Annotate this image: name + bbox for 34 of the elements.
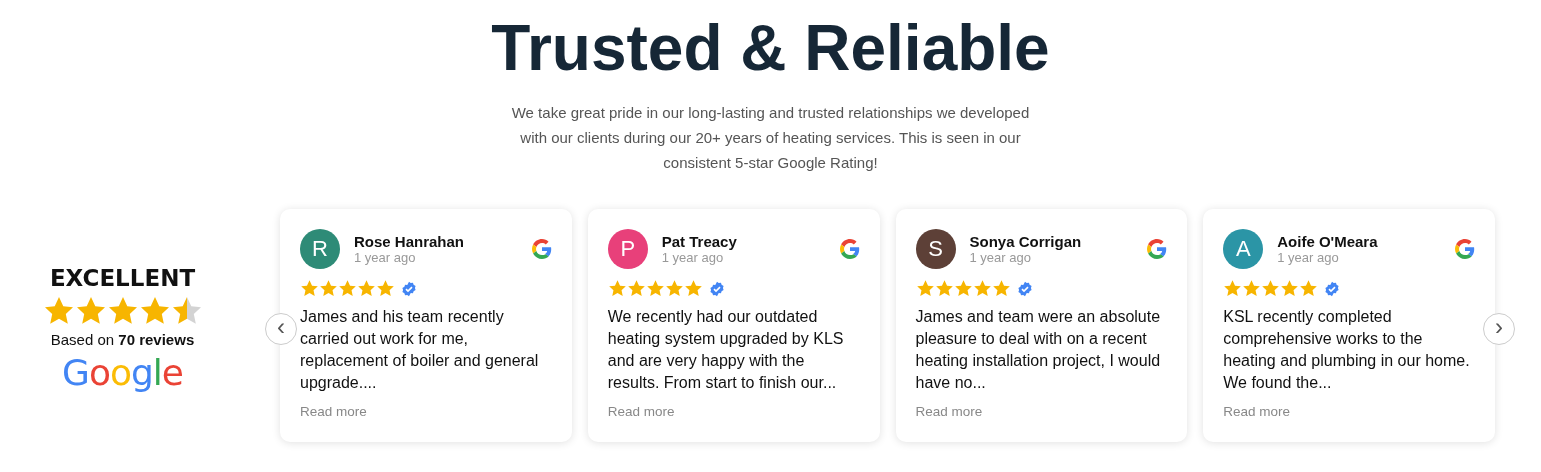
google-logo: Google — [62, 352, 183, 393]
verified-badge-icon — [1324, 280, 1341, 297]
avatar: P — [607, 229, 648, 269]
read-more-link[interactable]: Read more — [915, 404, 983, 419]
reviewer-name: Rose Hanrahan — [354, 233, 466, 250]
review-time: 1 year ago — [969, 250, 1032, 265]
review-text: KSL recently completed comprehensive works to the heating and plumbing in our home. We found the... — [1223, 307, 1471, 393]
avatar: A — [1223, 229, 1264, 269]
verified-badge-icon — [1016, 280, 1033, 297]
intro-paragraph: We take great pride in our long-lasting and trusted relationships we developed with our clients during our 20+ years of heating services. This is seen in our consistent 5-star Google Rating! — [510, 103, 1031, 173]
reviewer-name: Aoife O'Meara — [1277, 233, 1379, 250]
section-heading: Trusted & Reliable — [491, 12, 1050, 84]
reviewer-name: Pat Treacy — [661, 233, 738, 250]
verified-badge-icon — [708, 280, 725, 297]
avatar: R — [300, 229, 340, 269]
google-icon — [531, 239, 552, 259]
reviewer-name: Sonya Corrigan — [969, 233, 1083, 250]
review-text: James and his team recently carried out work for me, replacement of boiler and general upgrade.... — [300, 307, 540, 393]
google-icon — [839, 239, 860, 259]
review-time: 1 year ago — [1277, 250, 1340, 265]
google-icon — [1455, 239, 1475, 259]
review-text: We recently had our outdated heating system upgraded by KLS and are very happy with the results. From start to finish our... — [607, 307, 845, 393]
read-more-link[interactable]: Read more — [607, 404, 675, 419]
review-count: Based on 70 reviews — [50, 331, 195, 348]
previous-button[interactable]: ‹ — [265, 313, 297, 345]
google-icon — [1147, 239, 1168, 259]
rating-label: EXCELLENT — [49, 265, 196, 291]
review-time: 1 year ago — [354, 250, 417, 265]
verified-badge-icon — [401, 280, 417, 297]
review-text: James and team were an absolute pleasure to deal with on a recent heating installation project, I would have no... — [915, 307, 1162, 393]
review-time: 1 year ago — [661, 250, 725, 265]
read-more-link[interactable]: Read more — [1223, 404, 1291, 419]
read-more-link[interactable]: Read more — [300, 404, 367, 419]
avatar: S — [915, 229, 956, 269]
